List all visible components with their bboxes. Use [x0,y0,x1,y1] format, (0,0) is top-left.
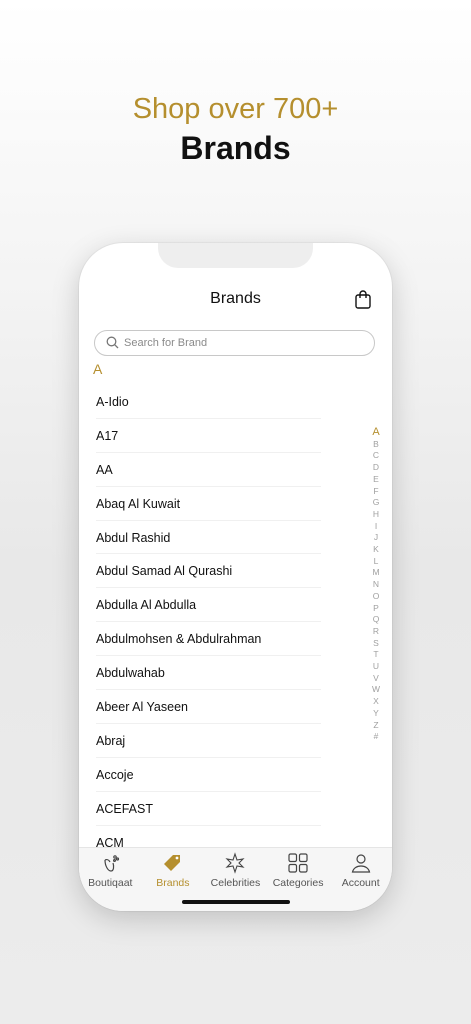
brand-list-item[interactable]: AA [96,453,321,487]
brand-list-item[interactable]: Abdulmohsen & Abdulrahman [96,622,321,657]
star-flower-icon [225,852,246,874]
index-letter[interactable]: B [370,439,382,451]
page-title: Brands [210,290,261,307]
index-letter[interactable]: L [370,556,382,568]
brand-list-item[interactable]: Abaq Al Kuwait [96,487,321,521]
brand-list-item[interactable]: Abdulla Al Abdulla [96,588,321,623]
index-letter[interactable]: A [370,426,382,439]
index-letter[interactable]: Y [370,708,382,720]
tab-label: Brands [156,877,190,889]
home-indicator [182,900,290,904]
index-letter[interactable]: E [370,474,382,486]
search-bar[interactable] [94,330,375,356]
tab-label: Celebrities [210,877,261,889]
brand-list-item[interactable]: Abdul Rashid [96,521,321,555]
index-letter[interactable]: Q [370,614,382,626]
index-letter[interactable]: X [370,696,382,708]
tag-icon [163,855,180,871]
index-letter[interactable]: # [370,731,382,743]
promo-line-2: Brands [180,130,291,166]
section-header-letter: A [93,361,103,377]
brand-list-item[interactable]: A-Idio [96,385,321,419]
alphabet-index[interactable]: A B C D E F G H I J K L M N O P Q R S T … [370,426,382,743]
brand-list-item[interactable]: Abraj [96,724,321,758]
tab-boutiqaat[interactable]: Boutiqaat [79,848,142,911]
person-icon [351,854,370,873]
index-letter[interactable]: J [370,532,382,544]
index-letter[interactable]: K [370,544,382,556]
index-letter[interactable]: O [370,591,382,603]
index-letter[interactable]: H [370,509,382,521]
index-letter[interactable]: G [370,497,382,509]
index-letter[interactable]: N [370,579,382,591]
index-letter[interactable]: D [370,462,382,474]
shopping-bag-icon[interactable] [354,289,372,309]
boutiqaat-logo-icon [104,855,120,872]
search-icon [106,336,119,349]
phone-frame: Brands A A-Idio A17 AA Abaq Al Kuwait Ab… [79,243,392,911]
tab-label: Categories [272,877,324,889]
index-letter[interactable]: R [370,626,382,638]
tab-label: Account [341,877,380,889]
index-letter[interactable]: C [370,450,382,462]
index-letter[interactable]: S [370,638,382,650]
index-letter[interactable]: F [370,486,382,498]
index-letter[interactable]: V [370,673,382,685]
brand-list-item[interactable]: A17 [96,419,321,453]
promo-headline: Shop over 700+ Brands [0,90,471,168]
brand-list-item[interactable]: Abdul Samad Al Qurashi [96,554,321,589]
tab-account[interactable]: Account [329,848,392,911]
index-letter[interactable]: I [370,521,382,533]
grid-icon [288,853,308,873]
brand-list: A-Idio A17 AA Abaq Al Kuwait Abdul Rashi… [96,385,321,860]
brand-list-item[interactable]: Abeer Al Yaseen [96,690,321,724]
index-letter[interactable]: M [370,567,382,579]
index-letter[interactable]: T [370,649,382,661]
promo-line-1: Shop over 700+ [132,93,339,125]
index-letter[interactable]: Z [370,720,382,732]
index-letter[interactable]: U [370,661,382,673]
brand-list-item[interactable]: ACEFAST [96,792,321,826]
brand-list-item[interactable]: Abdulwahab [96,656,321,691]
index-letter[interactable]: W [370,684,382,696]
tab-label: Boutiqaat [88,877,133,889]
search-input[interactable] [124,331,364,355]
index-letter[interactable]: P [370,603,382,615]
phone-notch [158,243,313,268]
brand-list-item[interactable]: Accoje [96,758,321,792]
